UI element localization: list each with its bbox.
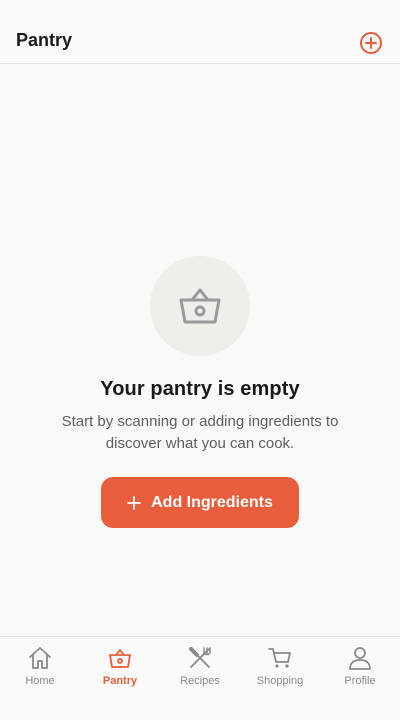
basket-icon bbox=[179, 288, 221, 324]
empty-state-subtitle: Start by scanning or adding ingredients … bbox=[61, 413, 339, 452]
utensils-icon bbox=[189, 647, 211, 668]
add-ingredients-button[interactable]: Add Ingredients bbox=[101, 477, 299, 528]
page-title: Pantry bbox=[16, 30, 73, 50]
user-icon bbox=[349, 647, 371, 670]
basket-icon bbox=[109, 649, 131, 668]
tab-profile-label: Profile bbox=[344, 675, 376, 687]
tab-home[interactable]: Home bbox=[0, 637, 80, 697]
bottom-tab-bar: Home Pantry Recipes Shopping Profile bbox=[0, 636, 400, 720]
tab-shopping-label: Shopping bbox=[256, 675, 304, 687]
empty-state: Your pantry is empty Start by scanning o… bbox=[0, 256, 400, 455]
cart-icon bbox=[268, 648, 291, 668]
home-icon bbox=[29, 647, 51, 669]
empty-state-title: Your pantry is empty bbox=[100, 378, 300, 400]
app-header: Pantry bbox=[0, 0, 400, 64]
tab-pantry[interactable]: Pantry bbox=[80, 637, 160, 697]
tab-recipes-label: Recipes bbox=[180, 675, 220, 687]
plus-icon bbox=[127, 495, 142, 510]
empty-state-badge bbox=[150, 256, 250, 356]
tab-profile[interactable]: Profile bbox=[320, 637, 400, 697]
tab-pantry-label: Pantry bbox=[102, 675, 138, 687]
plus-circle-icon[interactable] bbox=[359, 31, 383, 55]
add-ingredients-label: Add Ingredients bbox=[151, 493, 273, 511]
tab-recipes[interactable]: Recipes bbox=[160, 637, 240, 697]
tab-home-label: Home bbox=[25, 675, 55, 687]
tab-shopping[interactable]: Shopping bbox=[240, 637, 320, 697]
